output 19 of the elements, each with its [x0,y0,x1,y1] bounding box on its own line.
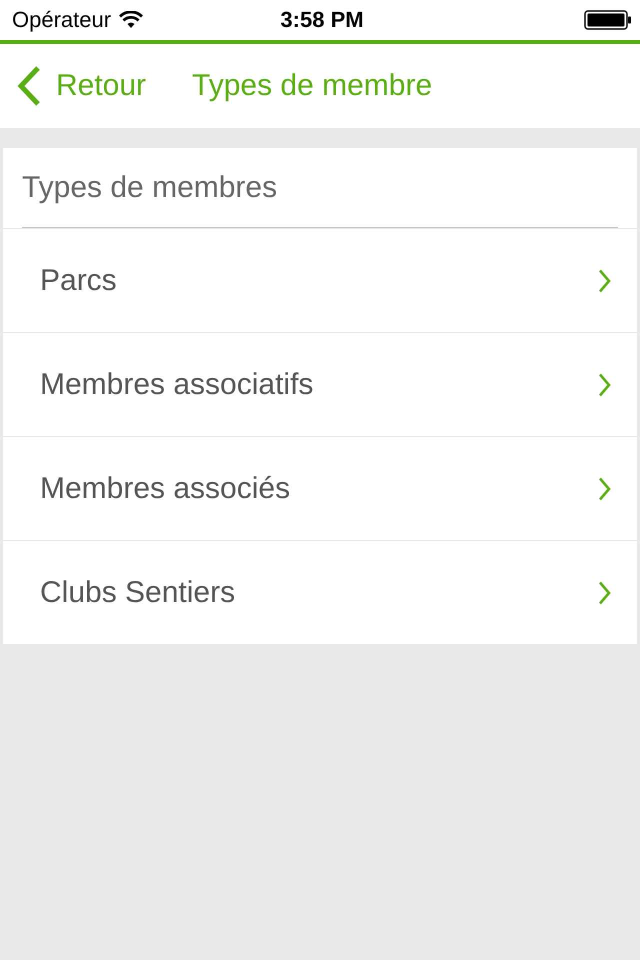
list-row[interactable]: Membres associatifs [3,332,637,436]
row-label: Membres associatifs [40,368,314,402]
list-row[interactable]: Membres associés [3,436,637,540]
status-time: 3:58 PM [280,7,364,33]
list-row[interactable]: Clubs Sentiers [3,540,637,644]
battery-icon [584,10,632,30]
back-chevron-icon [16,66,42,106]
chevron-right-icon [598,268,611,292]
nav-title: Types de membre [192,69,432,103]
chevron-right-icon [598,476,611,500]
row-label: Parcs [40,264,117,298]
row-label: Clubs Sentiers [40,576,236,610]
carrier-name: Opérateur [12,7,112,33]
row-label: Membres associés [40,472,290,506]
list-row[interactable]: Parcs [3,228,637,332]
section-header: Types de membres [22,170,278,204]
chevron-right-icon [598,580,611,604]
wifi-icon [119,11,144,29]
chevron-right-icon [598,372,611,396]
